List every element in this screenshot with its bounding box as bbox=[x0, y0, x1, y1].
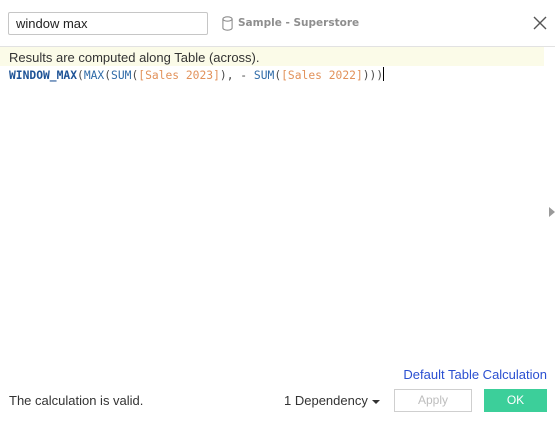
database-icon bbox=[222, 15, 233, 31]
compute-info-bar: Results are computed along Table (across… bbox=[0, 47, 544, 66]
datasource-label: Sample - Superstore bbox=[222, 14, 359, 32]
expand-panel-icon[interactable] bbox=[549, 206, 555, 218]
formula-function: WINDOW_MAX bbox=[9, 69, 78, 82]
formula-editor[interactable]: WINDOW_MAX(MAX(SUM([Sales 2023]), - SUM(… bbox=[0, 66, 544, 356]
apply-button[interactable]: Apply bbox=[394, 389, 472, 412]
formula-field: [Sales 2023] bbox=[138, 69, 220, 82]
chevron-down-icon bbox=[371, 399, 380, 404]
datasource-name: Sample - Superstore bbox=[238, 17, 360, 29]
close-button[interactable] bbox=[531, 14, 549, 32]
dependency-label: 1 Dependency bbox=[284, 393, 368, 408]
formula-function: SUM bbox=[111, 69, 132, 82]
text-cursor bbox=[383, 67, 385, 81]
close-icon bbox=[533, 16, 547, 30]
formula-function: MAX bbox=[83, 69, 105, 82]
ok-button[interactable]: OK bbox=[484, 389, 547, 412]
compute-info-text: Results are computed along Table (across… bbox=[9, 50, 260, 65]
formula-punctuation: ), - bbox=[219, 69, 254, 82]
formula-punctuation: ( bbox=[77, 69, 84, 82]
formula-punctuation: ))) bbox=[362, 69, 384, 82]
default-table-calculation-link[interactable]: Default Table Calculation bbox=[403, 367, 547, 382]
formula-function: SUM bbox=[253, 69, 275, 82]
calc-name-input[interactable] bbox=[8, 12, 208, 35]
validation-status: The calculation is valid. bbox=[9, 393, 144, 408]
formula-field: [Sales 2022] bbox=[281, 69, 363, 82]
dependency-dropdown[interactable]: 1 Dependency bbox=[284, 393, 380, 408]
